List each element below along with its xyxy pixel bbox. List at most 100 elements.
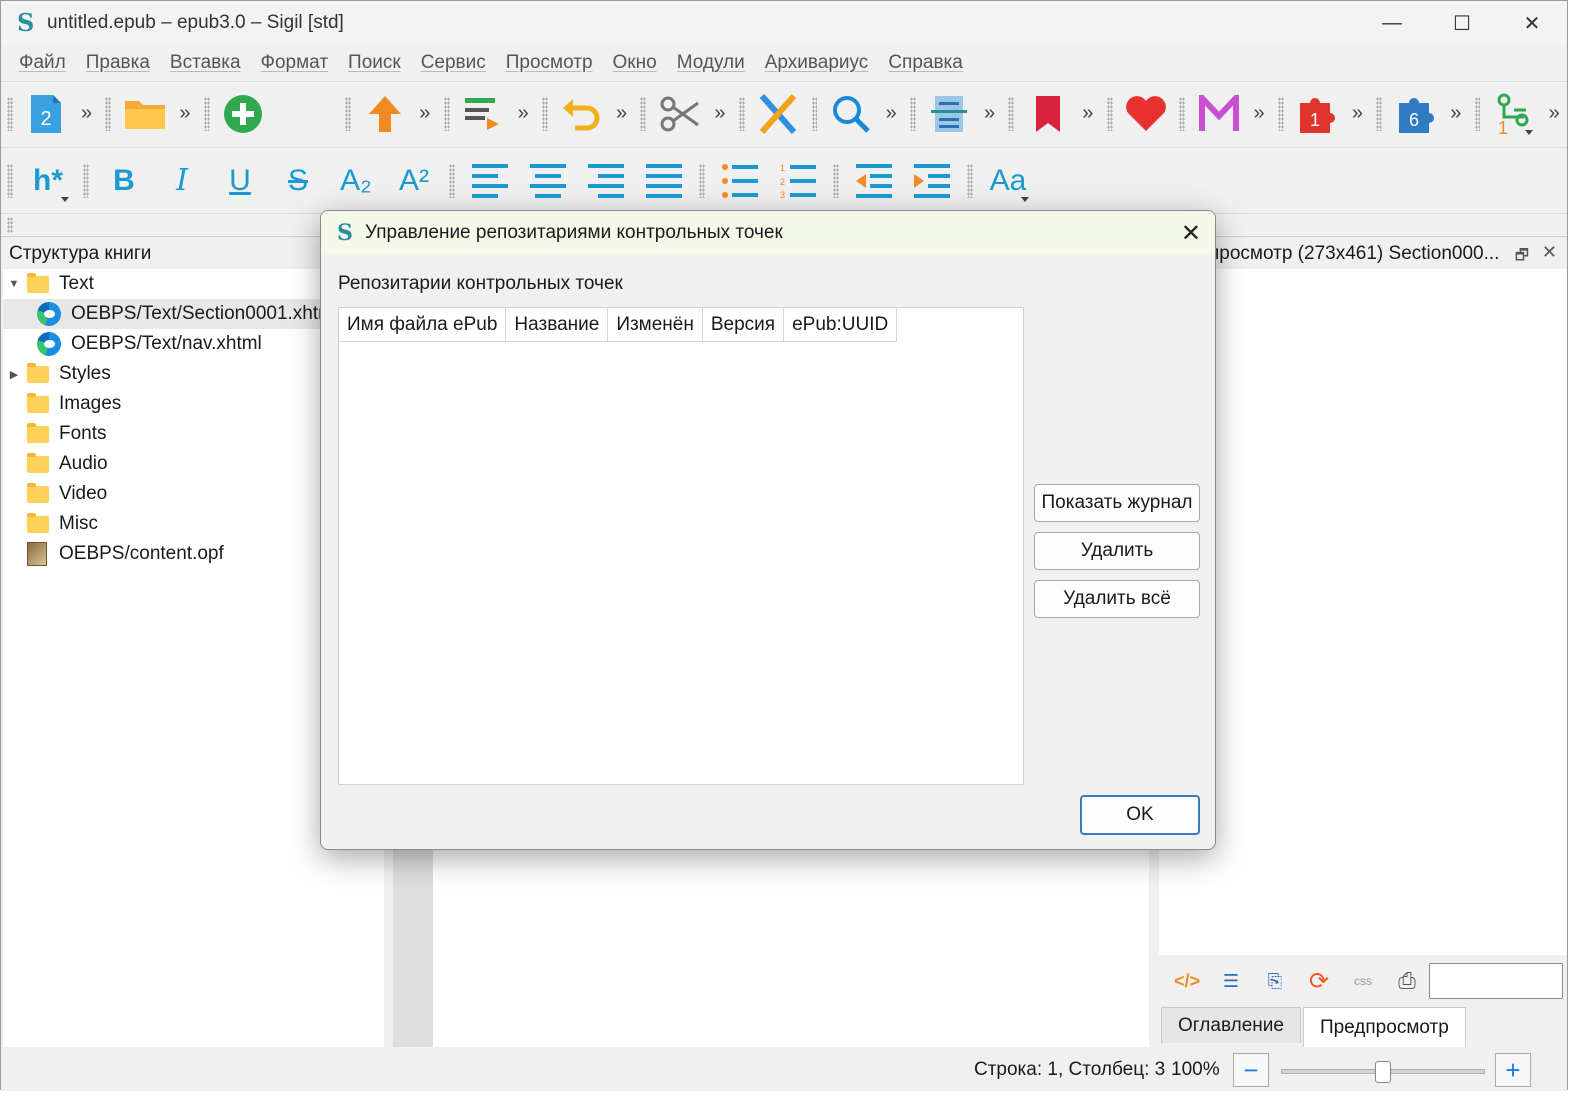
new-book-button[interactable]: 2	[19, 89, 74, 139]
underline-button[interactable]: U	[211, 156, 269, 206]
toolbar-grip[interactable]	[443, 96, 450, 131]
inspect-code-icon[interactable]: </>	[1165, 966, 1209, 996]
menu-search[interactable]: Поиск	[348, 52, 401, 74]
align-left-button[interactable]	[461, 156, 519, 206]
move-up-button[interactable]	[357, 89, 412, 139]
toolbar-grip[interactable]	[909, 96, 916, 131]
expand-arrow-icon[interactable]: ▼	[7, 277, 21, 291]
menu-plugins[interactable]: Модули	[677, 52, 745, 74]
heading-button[interactable]: h*	[19, 156, 77, 206]
tab-preview[interactable]: Предпросмотр	[1302, 1007, 1466, 1047]
delete-all-button[interactable]: Удалить всё	[1034, 580, 1200, 618]
text-case-button[interactable]: Aa	[979, 156, 1037, 206]
toolbar-grip[interactable]	[105, 96, 112, 131]
zoom-in-button[interactable]: +	[1495, 1053, 1531, 1087]
tab-toc[interactable]: Оглавление	[1161, 1007, 1301, 1043]
zoom-slider[interactable]	[1281, 1061, 1485, 1083]
toolbar-grip[interactable]	[541, 96, 548, 131]
ok-button[interactable]: OK	[1080, 795, 1200, 835]
dialog-close-button[interactable]: ✕	[1181, 219, 1201, 248]
add-file-button[interactable]	[216, 89, 271, 139]
menu-tools[interactable]: Сервис	[421, 52, 486, 74]
toolbar-grip[interactable]	[811, 96, 818, 131]
validate-button[interactable]: 1	[1486, 89, 1541, 139]
toolbar-grip[interactable]	[449, 163, 455, 198]
close-button[interactable]: ✕	[1497, 1, 1567, 45]
bullet-list-button[interactable]	[711, 156, 769, 206]
toolbar-grip[interactable]	[1179, 96, 1186, 131]
menu-edit[interactable]: Правка	[86, 52, 150, 74]
justify-button[interactable]	[635, 156, 693, 206]
insert-button[interactable]	[456, 89, 511, 139]
undo-button[interactable]	[554, 89, 609, 139]
column-header-filename[interactable]: Имя файла ePub	[339, 308, 507, 342]
zoom-slider-handle[interactable]	[1375, 1061, 1391, 1083]
toolbar-extension[interactable]: »	[1075, 102, 1101, 125]
outdent-button[interactable]	[845, 156, 903, 206]
column-header-version[interactable]: Версия	[702, 308, 785, 342]
zoom-out-button[interactable]: −	[1233, 1053, 1269, 1087]
column-header-title[interactable]: Название	[506, 308, 609, 342]
toolbar-extension[interactable]: »	[1443, 102, 1469, 125]
superscript-button[interactable]: A²	[385, 156, 443, 206]
toolbar-grip[interactable]	[1277, 96, 1284, 131]
toolbar-grip[interactable]	[1008, 96, 1015, 131]
toolbar-grip[interactable]	[7, 96, 13, 131]
delete-button[interactable]: Удалить	[1034, 532, 1200, 570]
toolbar-grip[interactable]	[83, 163, 89, 198]
indent-button[interactable]	[903, 156, 961, 206]
toolbar-extension[interactable]: »	[1345, 102, 1371, 125]
toolbar-grip[interactable]	[967, 163, 973, 198]
repo-table[interactable]: Имя файла ePub Название Изменён Версия e…	[338, 307, 1024, 785]
toolbar-grip[interactable]	[833, 163, 839, 198]
toc-button[interactable]	[922, 89, 977, 139]
maximize-button[interactable]: ☐	[1427, 1, 1497, 45]
bold-button[interactable]: B	[95, 156, 153, 206]
open-button[interactable]	[117, 89, 172, 139]
show-log-button[interactable]: Показать журнал	[1034, 484, 1200, 522]
cut-button[interactable]	[652, 89, 707, 139]
toolbar-extension[interactable]: »	[707, 102, 733, 125]
menu-file[interactable]: Файл	[19, 52, 66, 74]
spellcheck-button[interactable]	[751, 89, 806, 139]
toolbar-grip[interactable]	[738, 96, 745, 131]
toolbar-extension[interactable]: »	[172, 102, 198, 125]
toolbar-grip[interactable]	[203, 96, 210, 131]
collapse-arrow-icon[interactable]: ▶	[7, 367, 21, 381]
preview-search-input[interactable]	[1429, 963, 1563, 999]
column-header-uuid[interactable]: ePub:UUID	[784, 308, 898, 342]
numbered-list-button[interactable]: 1 2 3	[769, 156, 827, 206]
close-panel-icon[interactable]: ✕	[1542, 242, 1557, 263]
toolbar-grip[interactable]	[7, 163, 13, 198]
favorite-button[interactable]	[1119, 89, 1174, 139]
column-header-modified[interactable]: Изменён	[608, 308, 703, 342]
bookmark-button[interactable]	[1020, 89, 1075, 139]
toolbar-extension[interactable]: »	[878, 102, 904, 125]
toolbar-extension[interactable]: »	[1541, 102, 1567, 125]
toolbar-grip[interactable]	[699, 163, 705, 198]
toolbar-grip[interactable]	[1376, 96, 1383, 131]
search-button[interactable]	[823, 89, 878, 139]
toolbar-grip[interactable]	[7, 217, 13, 233]
menu-insert[interactable]: Вставка	[170, 52, 241, 74]
toolbar-extension[interactable]: »	[1246, 102, 1272, 125]
subscript-button[interactable]: A₂	[327, 156, 385, 206]
metadata-button[interactable]	[1191, 89, 1246, 139]
float-panel-icon[interactable]: 🗗	[1515, 245, 1529, 270]
toolbar-grip[interactable]	[345, 96, 352, 131]
toolbar-extension[interactable]: »	[977, 102, 1003, 125]
menu-format[interactable]: Формат	[261, 52, 329, 74]
menu-window[interactable]: Окно	[613, 52, 657, 74]
toolbar-extension[interactable]: »	[510, 102, 536, 125]
plugin-6-button[interactable]: 6	[1388, 89, 1443, 139]
align-center-button[interactable]	[519, 156, 577, 206]
toolbar-grip[interactable]	[640, 96, 647, 131]
align-right-button[interactable]	[577, 156, 635, 206]
menu-view[interactable]: Просмотр	[506, 52, 593, 74]
strikethrough-button[interactable]: S	[269, 156, 327, 206]
toolbar-extension[interactable]: »	[74, 102, 100, 125]
print-icon[interactable]: ⎙	[1385, 966, 1429, 996]
toolbar-grip[interactable]	[1474, 96, 1481, 131]
toolbar-extension[interactable]: »	[412, 102, 438, 125]
menu-help[interactable]: Справка	[888, 52, 963, 74]
